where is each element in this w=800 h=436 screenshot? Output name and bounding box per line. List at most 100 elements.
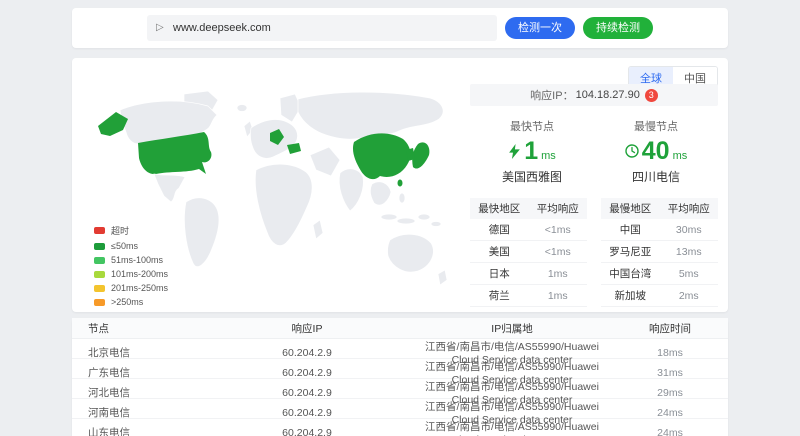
region-avg-time: 2ms	[660, 290, 719, 302]
node-time: 18ms	[612, 347, 728, 359]
continuous-test-button[interactable]: 持续检测	[583, 17, 653, 39]
slowest-node-value: 40	[642, 137, 670, 165]
region-row: 荷兰 1ms	[470, 285, 587, 307]
node-name: 广东电信	[72, 365, 202, 380]
map-country-indonesia	[418, 214, 430, 220]
node-name: 河北电信	[72, 385, 202, 400]
region-avg-time: 30ms	[660, 224, 719, 236]
fastest-node-card: 最快节点 1 ms 美国西雅图	[470, 118, 594, 185]
region-row: 美国 <1ms	[470, 241, 587, 263]
map-country-indonesia	[381, 214, 397, 220]
slowest-node-location: 四川电信	[594, 168, 718, 185]
legend-item: ≤50ms	[94, 241, 168, 251]
legend-item: 101ms-200ms	[94, 269, 168, 279]
fastest-regions-table: 最快地区 平均响应 德国 <1ms 美国 <1ms 日本 1ms 荷兰 1ms	[470, 198, 587, 307]
clock-icon	[625, 144, 639, 158]
map-continent-africa	[255, 164, 312, 245]
fastest-regions-col-avg: 平均响应	[529, 201, 588, 216]
legend-label: 51ms-100ms	[111, 255, 163, 265]
fastest-node-value: 1	[524, 137, 538, 165]
region-name: 新加坡	[601, 288, 660, 303]
region-name: 德国	[470, 222, 529, 237]
legend-item: >250ms	[94, 297, 168, 307]
region-name: 罗马尼亚	[601, 244, 660, 259]
legend-swatch	[94, 257, 105, 264]
slowest-node-title: 最慢节点	[594, 118, 718, 134]
node-ip: 60.204.2.9	[202, 427, 412, 436]
table-row: 山东电信 60.204.2.9 江西省/南昌市/电信/AS55990/Huawe…	[72, 419, 728, 436]
fastest-node-location: 美国西雅图	[470, 168, 594, 185]
node-table-header: 节点 响应IP IP归属地 响应时间	[72, 318, 728, 339]
response-ip-bar: 响应IP： 104.18.27.90 3	[470, 84, 718, 106]
region-name: 荷兰	[470, 288, 529, 303]
legend-swatch	[94, 285, 105, 292]
map-country-japan	[412, 142, 429, 168]
region-avg-time: <1ms	[529, 246, 588, 258]
region-name: 中国	[601, 222, 660, 237]
region-avg-time: 13ms	[660, 246, 719, 258]
legend-swatch	[94, 299, 105, 306]
map-country-china	[353, 133, 411, 179]
legend-label: 201ms-250ms	[111, 283, 168, 293]
region-row: 中国 30ms	[601, 219, 718, 241]
ip-count-badge[interactable]: 3	[645, 89, 658, 102]
lightning-icon	[508, 144, 521, 159]
legend-item: 201ms-250ms	[94, 283, 168, 293]
region-name: 日本	[470, 266, 529, 281]
col-response-time: 响应时间	[612, 321, 728, 336]
col-ip-location: IP归属地	[412, 321, 612, 336]
table-row: 广东电信 60.204.2.9 江西省/南昌市/电信/AS55990/Huawe…	[72, 359, 728, 379]
legend-label: 超时	[111, 224, 129, 237]
node-time: 24ms	[612, 427, 728, 436]
node-name: 山东电信	[72, 425, 202, 436]
node-time: 29ms	[612, 387, 728, 399]
fastest-regions-col-region: 最快地区	[470, 201, 529, 216]
test-once-button[interactable]: 检测一次	[505, 17, 575, 39]
region-row: 日本 1ms	[470, 263, 587, 285]
map-country-india	[339, 169, 363, 211]
node-table-body: 北京电信 60.204.2.9 江西省/南昌市/电信/AS55990/Huawe…	[72, 339, 728, 436]
slowest-node-unit: ms	[673, 150, 688, 162]
play-icon: ▷	[156, 21, 164, 35]
node-ip: 60.204.2.9	[202, 347, 412, 359]
map-country-indonesia	[397, 218, 415, 224]
node-location: 江西省/南昌市/电信/AS55990/Huawei Cloud Service …	[412, 419, 612, 436]
table-row: 河北电信 60.204.2.9 江西省/南昌市/电信/AS55990/Huawe…	[72, 379, 728, 399]
response-ip-value: 104.18.27.90	[576, 89, 640, 101]
map-country-iceland	[237, 105, 247, 112]
node-time: 31ms	[612, 367, 728, 379]
legend-label: ≤50ms	[111, 241, 138, 251]
map-country-mexico	[154, 174, 185, 202]
map-country-russia	[298, 92, 443, 139]
region-name: 美国	[470, 244, 529, 259]
map-country-madagascar	[313, 220, 323, 239]
map-country-philippines	[399, 193, 405, 203]
map-region-southeast-asia	[370, 182, 391, 205]
url-input[interactable]	[147, 15, 497, 41]
slowest-regions-col-region: 最慢地区	[601, 201, 660, 216]
col-node: 节点	[72, 321, 202, 336]
map-country-australia	[388, 234, 434, 272]
slowest-node-card: 最慢节点 40 ms 四川电信	[594, 118, 718, 185]
slowest-regions-table: 最慢地区 平均响应 中国 30ms 罗马尼亚 13ms 中国台湾 5ms 新加坡…	[601, 198, 718, 307]
legend-swatch	[94, 243, 105, 250]
response-ip-label: 响应IP：	[530, 87, 573, 103]
legend-label: >250ms	[111, 297, 143, 307]
legend-swatch	[94, 271, 105, 278]
legend-item: 超时	[94, 224, 168, 237]
region-row: 新加坡 2ms	[601, 285, 718, 307]
map-legend: 超时 ≤50ms 51ms-100ms 101ms-200ms 201ms-25…	[94, 224, 168, 307]
map-country-new-zealand	[438, 270, 447, 285]
result-card: 全球 中国	[72, 58, 728, 312]
slowest-regions-col-avg: 平均响应	[660, 201, 719, 216]
region-row: 德国 <1ms	[470, 219, 587, 241]
url-input-wrap: ▷	[147, 15, 497, 41]
node-ip: 60.204.2.9	[202, 387, 412, 399]
legend-swatch	[94, 227, 105, 234]
region-row: 罗马尼亚 13ms	[601, 241, 718, 263]
legend-label: 101ms-200ms	[111, 269, 168, 279]
map-continent-south-america	[184, 198, 219, 267]
region-avg-time: 1ms	[529, 290, 588, 302]
map-region-taiwan	[398, 180, 403, 187]
col-response-ip: 响应IP	[202, 321, 412, 336]
